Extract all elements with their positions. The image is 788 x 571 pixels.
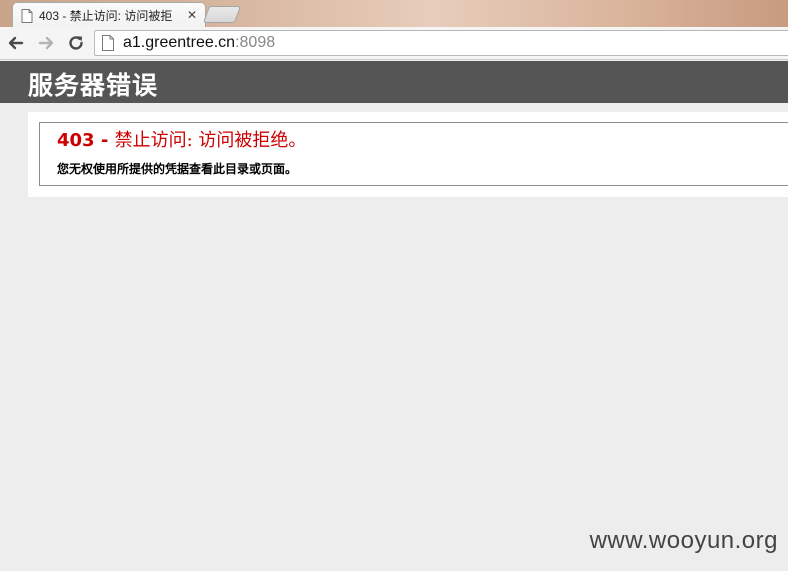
url-host: a1.greentree.cn [123, 34, 236, 51]
error-box: 403 - 禁止访问: 访问被拒绝。 您无权使用所提供的凭据查看此目录或页面。 [39, 122, 788, 186]
page-icon [101, 35, 115, 51]
error-separator: - [94, 130, 115, 151]
browser-toolbar: a1.greentree.cn:8098 [0, 27, 788, 60]
error-heading: 403 - 禁止访问: 访问被拒绝。 [57, 126, 306, 152]
close-icon[interactable]: ✕ [185, 8, 199, 22]
error-description: 您无权使用所提供的凭据查看此目录或页面。 [57, 162, 298, 176]
error-title: 禁止访问: 访问被拒绝。 [114, 130, 307, 151]
new-tab-button[interactable] [202, 6, 242, 23]
content-panel: 403 - 禁止访问: 访问被拒绝。 您无权使用所提供的凭据查看此目录或页面。 [28, 112, 788, 197]
favicon [21, 8, 33, 23]
address-bar[interactable]: a1.greentree.cn:8098 [94, 30, 788, 56]
reload-icon[interactable] [66, 33, 86, 53]
tab-title: 403 - 禁止访问: 访问被拒 [39, 8, 173, 23]
forward-arrow-icon[interactable] [36, 33, 56, 53]
url-port: :8098 [235, 34, 276, 51]
tab-strip: 403 - 禁止访问: 访问被拒 ✕ [0, 0, 788, 27]
error-header-bar: 服务器错误 [0, 61, 788, 103]
back-arrow-icon[interactable] [6, 33, 26, 53]
watermark: www.wooyun.org [589, 527, 778, 554]
page-title: 服务器错误 [28, 71, 159, 100]
error-code: 403 [57, 130, 95, 151]
browser-tab-active[interactable]: 403 - 禁止访问: 访问被拒 ✕ [12, 2, 206, 27]
